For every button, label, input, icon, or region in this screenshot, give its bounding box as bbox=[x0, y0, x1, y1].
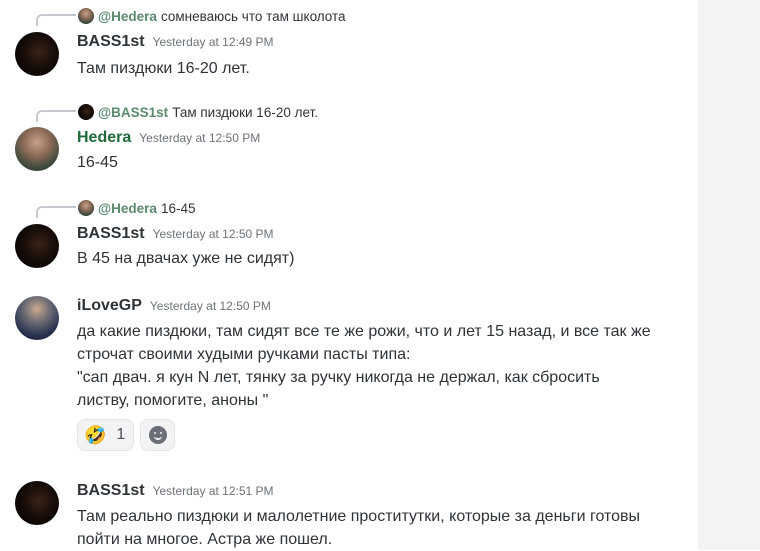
reactions-bar: 🤣 1 bbox=[77, 419, 175, 451]
timestamp: Yesterday at 12:50 PM bbox=[152, 227, 274, 241]
username[interactable]: BASS1st bbox=[77, 33, 145, 51]
message-line: пойти на многое. Астра же пошел. bbox=[77, 531, 333, 548]
reply-avatar bbox=[78, 8, 94, 24]
timestamp: Yesterday at 12:51 PM bbox=[152, 484, 274, 498]
message-text: Там пиздюки 16-20 лет. bbox=[77, 57, 250, 80]
reply-spine bbox=[36, 206, 76, 218]
reply-avatar bbox=[78, 200, 94, 216]
message-line: листву, помогите, аноны " bbox=[77, 392, 269, 409]
chat-area: @Hedera сомневаюсь что там школота BASS1… bbox=[0, 0, 698, 550]
message-line: Там пиздюки 16-20 лет. bbox=[77, 60, 250, 77]
message-text: да какие пиздюки, там сидят все те же ро… bbox=[77, 320, 651, 412]
rofl-emoji-icon: 🤣 bbox=[84, 425, 107, 445]
message-header: BASS1st Yesterday at 12:51 PM bbox=[77, 482, 274, 500]
reaction-count: 1 bbox=[116, 426, 126, 443]
avatar[interactable] bbox=[15, 127, 59, 171]
reply-mention[interactable]: @BASS1st bbox=[98, 105, 168, 120]
username[interactable]: BASS1st bbox=[77, 482, 145, 500]
reply-text: сомневаюсь что там школота bbox=[160, 8, 346, 24]
message-line: Там реально пиздюки и малолетние простит… bbox=[77, 508, 641, 525]
reply-avatar bbox=[78, 104, 94, 120]
avatar[interactable] bbox=[15, 481, 59, 525]
reply-mention[interactable]: @Hedera bbox=[98, 9, 157, 24]
timestamp: Yesterday at 12:50 PM bbox=[149, 299, 271, 313]
message-header: BASS1st Yesterday at 12:50 PM bbox=[77, 225, 274, 243]
message-text: 16-45 bbox=[77, 151, 118, 174]
message-header: Hedera Yesterday at 12:50 PM bbox=[77, 129, 260, 147]
avatar[interactable] bbox=[15, 32, 59, 76]
reply-mention[interactable]: @Hedera bbox=[98, 201, 157, 216]
username[interactable]: Hedera bbox=[77, 129, 131, 147]
message-header: BASS1st Yesterday at 12:49 PM bbox=[77, 33, 274, 51]
message-line: да какие пиздюки, там сидят все те же ро… bbox=[77, 323, 651, 340]
message-line: В 45 на двачах уже не сидят) bbox=[77, 250, 295, 267]
timestamp: Yesterday at 12:50 PM bbox=[139, 131, 261, 145]
reply-text: Там пиздюки 16-20 лет. bbox=[172, 104, 318, 120]
reply-preview[interactable]: @Hedera сомневаюсь что там школота bbox=[78, 7, 346, 25]
reaction-rofl[interactable]: 🤣 1 bbox=[77, 419, 134, 451]
username[interactable]: iLoveGP bbox=[77, 297, 142, 315]
message-text: Там реально пиздюки и малолетние простит… bbox=[77, 505, 640, 551]
add-reaction-smile-icon bbox=[148, 426, 167, 444]
reply-spine bbox=[36, 110, 76, 122]
right-panel-edge bbox=[698, 0, 760, 550]
add-reaction-button[interactable] bbox=[140, 419, 175, 451]
reply-spine bbox=[36, 14, 76, 26]
reply-text: 16-45 bbox=[160, 200, 196, 216]
timestamp: Yesterday at 12:49 PM bbox=[152, 35, 274, 49]
username[interactable]: BASS1st bbox=[77, 225, 145, 243]
avatar[interactable] bbox=[15, 296, 59, 340]
reply-preview[interactable]: @Hedera 16-45 bbox=[78, 199, 195, 217]
message-line: 16-45 bbox=[77, 154, 118, 171]
message-line: строчат своими худыми ручками пасты типа… bbox=[77, 346, 411, 363]
avatar[interactable] bbox=[15, 224, 59, 268]
reply-preview[interactable]: @BASS1st Там пиздюки 16-20 лет. bbox=[78, 103, 318, 121]
message-header: iLoveGP Yesterday at 12:50 PM bbox=[77, 297, 271, 315]
message-line: "сап двач. я кун N лет, тянку за ручку н… bbox=[77, 369, 600, 386]
message-text: В 45 на двачах уже не сидят) bbox=[77, 247, 294, 270]
